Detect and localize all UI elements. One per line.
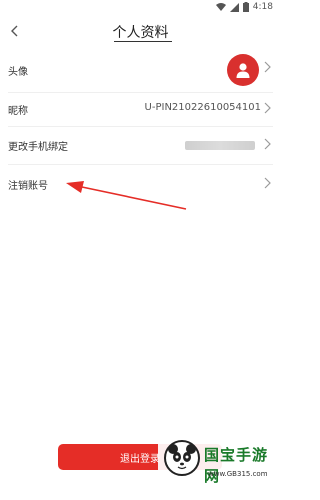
watermark-brand: 国宝手游网 <box>204 446 269 485</box>
panda-logo-icon <box>164 440 200 476</box>
watermark-url: www.GB315.com <box>208 470 268 478</box>
watermark: 国宝手游网 www.GB315.com <box>158 434 281 500</box>
logout-label: 退出登录 <box>120 453 160 465</box>
annotation-arrow <box>66 181 187 210</box>
